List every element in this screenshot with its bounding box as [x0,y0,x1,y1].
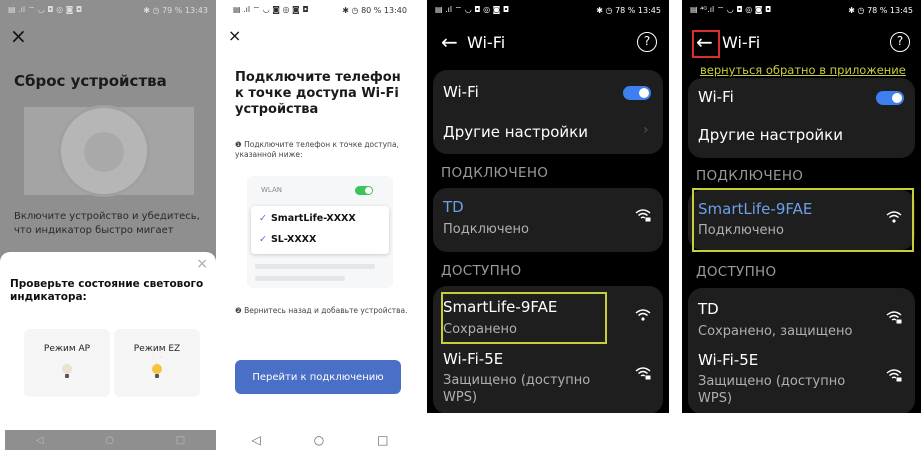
connected-header: ПОДКЛЮЧЕНО [696,168,804,184]
go-to-connection-button[interactable]: Перейти к подключению [235,360,401,394]
device-button [84,132,124,172]
annotation-return: вернуться обратно в приложение [700,63,906,77]
close-icon[interactable]: × [10,26,27,46]
check-icon: ✓ [259,213,267,224]
check-icon: ✓ [259,234,267,245]
network-status: Сохранено, защищено [698,324,853,339]
highlight-red-box [692,30,720,58]
home-nav-icon[interactable]: ○ [314,433,324,447]
phone-connect-hotspot: ▤ .ıl ⌔ ◡ ◙ ◎ ◙ ◘ ✱ ◷ 80 % 13:40 × Подкл… [225,0,415,450]
status-bar: ▤ .ıl ⌔ ◡ ◘ ◎ ◙ ◘ ✱ ◷ 78 % 13:45 [427,0,669,20]
status-left: ▤ ⁴ᴳ.ıl ⌔ ◡ ◘ ◎ ◙ ◘ [690,5,772,14]
wifi-settings-group: Wi-Fi Другие настройки › [433,70,663,154]
wifi-lock-icon [886,368,902,385]
network-name[interactable]: Wi-Fi-5E [443,350,503,368]
wifi-switch[interactable] [876,91,904,105]
phone-wifi-before: ▤ .ıl ⌔ ◡ ◘ ◎ ◙ ◘ ✱ ◷ 78 % 13:45 ← Wi-Fi… [427,0,669,413]
available-networks-group: TD Сохранено, защищено Wi-Fi-5E Защищено… [688,288,915,413]
bulb-lit-icon [152,364,162,378]
home-nav-icon[interactable]: ○ [105,435,114,446]
help-icon[interactable]: ? [890,32,910,52]
page-title: Wi-Fi [467,33,506,52]
placeholder-line [255,276,345,281]
mode-ap-button[interactable]: Режим AP [24,329,110,397]
wifi-lock-icon [635,366,651,383]
step-one-text: ❶ Подключите телефон к точке доступа, ук… [235,140,399,159]
status-bar: ▤ .ıl ⌔ ◡ ◘ ◎ ◙ ◘ ✱ ◷ 79 % 13:43 [0,0,216,20]
connected-header: ПОДКЛЮЧЕНО [441,165,549,181]
mode-ap-label: Режим AP [43,344,91,354]
network-status: Защищено (доступно WPS) [443,373,591,405]
network-item-sl: ✓ SL-XXXX [259,234,316,245]
status-right: ✱ ◷ 79 % 13:43 [143,5,208,15]
wifi-label: Wi-Fi [698,88,734,106]
help-icon[interactable]: ? [637,32,657,52]
status-right: ✱ ◷ 80 % 13:40 [342,5,407,15]
wifi-lock-icon [886,310,902,327]
status-right: ✱ ◷ 78 % 13:45 [596,5,661,15]
network-name: SL-XXXX [270,234,317,245]
wlan-label: WLAN [261,186,283,194]
mode-ez-button[interactable]: Режим EZ ˙ ˙ ˙ [114,329,200,397]
chevron-right-icon: › [643,122,649,138]
highlight-box [441,292,607,344]
other-settings-link[interactable]: Другие настройки [443,123,588,141]
nav-bar: ◁ ○ □ [225,430,415,450]
wifi-icon [635,308,651,325]
network-name[interactable]: TD [698,300,719,318]
available-header: ДОСТУПНО [441,263,522,279]
step-two-text: ❷ Вернитесь назад и добавьте устройства. [235,306,408,315]
bulb-icon [62,364,72,378]
recents-nav-icon[interactable]: □ [176,435,185,446]
network-name: SmartLife-XXXX [270,213,356,224]
placeholder-line [255,264,375,269]
network-status: Защищено (доступно WPS) [698,374,846,406]
network-item-smartlife: ✓ SmartLife-XXXX [259,213,356,224]
status-left: ▤ .ıl ⌔ ◡ ◘ ◎ ◙ ◘ [435,5,510,14]
status-bar: ▤ ⁴ᴳ.ıl ⌔ ◡ ◘ ◎ ◙ ◘ ✱ ◷ 78 % 13:45 [682,0,921,20]
status-left: ▤ .ıl ⌔ ◡ ◙ ◎ ◙ ◘ [233,5,309,14]
instruction-text: Включите устройство и убедитесь, что инд… [14,211,200,236]
status-bar: ▤ .ıl ⌔ ◡ ◙ ◎ ◙ ◘ ✱ ◷ 80 % 13:40 [225,0,415,20]
back-nav-icon[interactable]: ◁ [36,435,44,446]
network-card: ✓ SmartLife-XXXX ✓ SL-XXXX [251,206,389,254]
wifi-lock-icon [635,208,651,225]
wifi-label: Wi-Fi [443,83,479,101]
recents-nav-icon[interactable]: □ [377,433,388,447]
other-settings-link[interactable]: Другие настройки [698,126,843,144]
connected-network-item[interactable]: TD Подключено [433,188,663,252]
network-name: TD [443,198,464,216]
nav-bar: ◁ ○ □ [5,430,216,450]
phone-reset-device: ▤ .ıl ⌔ ◡ ◘ ◎ ◙ ◘ ✱ ◷ 79 % 13:43 × Сброс… [0,0,216,450]
network-name[interactable]: Wi-Fi-5E [698,351,758,369]
wifi-settings-group: Wi-Fi Другие настройки [688,78,915,158]
available-header: ДОСТУПНО [696,264,777,280]
network-status: Подключено [443,222,529,237]
status-left: ▤ .ıl ⌔ ◡ ◘ ◎ ◙ ◘ [8,5,83,14]
phone-wifi-after: ▤ ⁴ᴳ.ıl ⌔ ◡ ◘ ◎ ◙ ◘ ✱ ◷ 78 % 13:45 ← Wi-… [682,0,921,413]
sheet-title: Проверьте состояние светового индикатора… [10,278,204,303]
wifi-switch[interactable] [623,86,651,100]
indicator-sheet: × Проверьте состояние светового индикато… [0,252,216,402]
wlan-toggle-icon [355,186,373,195]
back-nav-icon[interactable]: ◁ [251,433,260,447]
status-right: ✱ ◷ 78 % 13:45 [848,5,913,15]
highlight-box [692,188,914,252]
sheet-close-icon[interactable]: × [196,256,208,272]
back-arrow-icon[interactable]: ← [441,30,458,54]
page-title: Сброс устройства [14,72,167,90]
page-title: Подключите телефон к точке доступа Wi-Fi… [235,70,401,117]
page-title: Wi-Fi [722,33,761,52]
close-icon[interactable]: × [228,26,241,45]
mode-ez-label: Режим EZ [133,344,181,354]
